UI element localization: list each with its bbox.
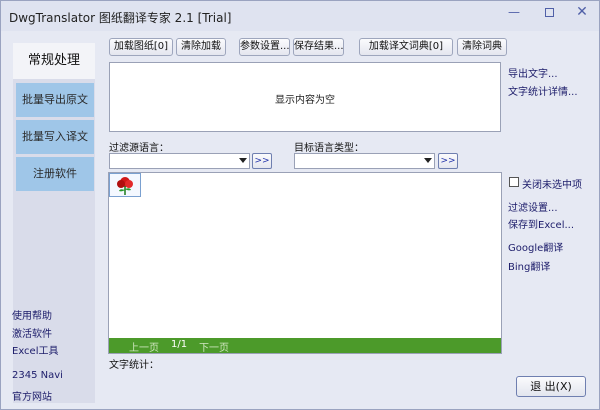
- display-panel: 显示内容为空: [109, 62, 501, 132]
- prev-page-button[interactable]: 上一页: [129, 339, 159, 354]
- google-translate-link[interactable]: Google翻译: [508, 239, 563, 254]
- source-go-button[interactable]: >>: [252, 153, 272, 169]
- settings-button[interactable]: 参数设置...: [239, 38, 290, 56]
- close-unselected-label: 关闭未选中项: [522, 180, 582, 191]
- save-results-button[interactable]: 保存结果...: [293, 38, 344, 56]
- save-excel-link[interactable]: 保存到Excel...: [508, 216, 574, 231]
- close-unselected-checkbox[interactable]: [509, 177, 519, 187]
- target-language-select[interactable]: [294, 153, 435, 169]
- export-text-link[interactable]: 导出文字...: [508, 65, 558, 80]
- excel-tool-link[interactable]: Excel工具: [12, 342, 59, 357]
- maximize-button[interactable]: [536, 3, 562, 21]
- clear-load-button[interactable]: 清除加载: [176, 38, 226, 56]
- target-language-label: 目标语言类型：: [294, 143, 364, 154]
- help-link[interactable]: 使用帮助: [12, 307, 52, 322]
- tab-general[interactable]: 常规处理: [13, 43, 95, 79]
- stats-detail-link[interactable]: 文字统计详情...: [508, 83, 578, 98]
- close-icon: ✕: [576, 4, 588, 20]
- source-language-select[interactable]: [109, 153, 250, 169]
- tab-batch-export[interactable]: 批量导出原文: [16, 83, 94, 117]
- activate-link[interactable]: 激活软件: [12, 325, 52, 340]
- official-site-link[interactable]: 官方网站: [12, 388, 52, 403]
- results-list[interactable]: [108, 172, 502, 354]
- title-bar: DwgTranslator 图纸翻译专家 2.1 [Trial] — ✕: [1, 1, 599, 31]
- next-page-button[interactable]: 下一页: [199, 339, 229, 354]
- minimize-button[interactable]: —: [501, 3, 527, 21]
- maximize-icon: [544, 8, 554, 17]
- window-title: DwgTranslator 图纸翻译专家 2.1 [Trial]: [9, 11, 232, 25]
- navi-link[interactable]: 2345 Navi: [12, 370, 63, 381]
- close-button[interactable]: ✕: [569, 3, 595, 21]
- source-language-label: 过滤源语言：: [109, 143, 169, 154]
- app-window: DwgTranslator 图纸翻译专家 2.1 [Trial] — ✕ 常规处…: [0, 0, 600, 410]
- load-dictionary-button[interactable]: 加载译文词典[0]: [359, 38, 453, 56]
- tab-register[interactable]: 注册软件: [16, 157, 94, 191]
- rose-icon[interactable]: [109, 173, 141, 197]
- chevron-down-icon: [239, 158, 247, 163]
- pager-bar: 上一页 1/1 下一页: [109, 338, 501, 354]
- text-stats-label: 文字统计：: [109, 360, 159, 371]
- tab-batch-write[interactable]: 批量写入译文: [16, 120, 94, 154]
- exit-button[interactable]: 退 出(X): [516, 376, 586, 397]
- empty-display-text: 显示内容为空: [275, 95, 335, 106]
- filter-settings-link[interactable]: 过滤设置...: [508, 199, 558, 214]
- chevron-down-icon: [424, 158, 432, 163]
- load-drawing-button[interactable]: 加载图纸[0]: [109, 38, 173, 56]
- clear-dictionary-button[interactable]: 清除词典: [457, 38, 507, 56]
- target-go-button[interactable]: >>: [438, 153, 458, 169]
- bing-translate-link[interactable]: Bing翻译: [508, 258, 550, 273]
- minimize-icon: —: [508, 5, 520, 19]
- page-indicator: 1/1: [171, 339, 188, 350]
